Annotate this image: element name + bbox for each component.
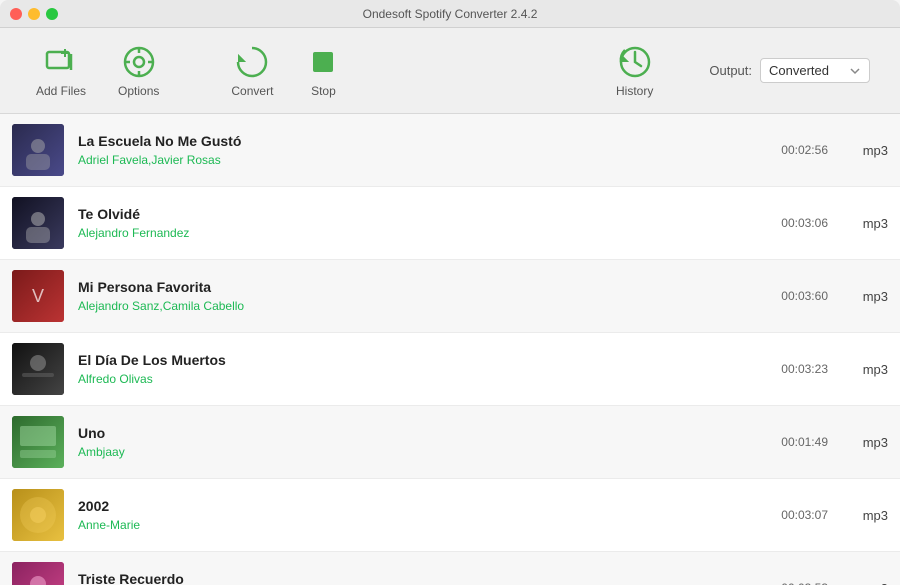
song-title: Te Olvidé	[78, 206, 765, 222]
toolbar: Add Files Options Convert	[0, 28, 900, 114]
album-art	[12, 197, 64, 249]
song-list: La Escuela No Me Gustó Adriel Favela,Jav…	[0, 114, 900, 585]
song-info: Uno Ambjaay	[78, 425, 765, 459]
close-button[interactable]	[10, 8, 22, 20]
table-row[interactable]: Uno Ambjaay 00:01:49 mp3	[0, 406, 900, 479]
song-title: La Escuela No Me Gustó	[78, 133, 765, 149]
window-title: Ondesoft Spotify Converter 2.4.2	[363, 7, 538, 21]
song-artist: Anne-Marie	[78, 518, 765, 532]
traffic-lights	[10, 8, 58, 20]
table-row[interactable]: El Día De Los Muertos Alfredo Olivas 00:…	[0, 333, 900, 406]
album-art	[12, 343, 64, 395]
table-row[interactable]: Triste Recuerdo Antonio Aguilar 00:03:53…	[0, 552, 900, 585]
song-format: mp3	[828, 508, 888, 523]
song-duration: 00:01:49	[781, 435, 828, 449]
album-art	[12, 562, 64, 585]
album-art	[12, 489, 64, 541]
song-duration: 00:03:53	[781, 581, 828, 585]
song-title: El Día De Los Muertos	[78, 352, 765, 368]
song-duration: 00:03:06	[781, 216, 828, 230]
song-format: mp3	[828, 362, 888, 377]
album-art	[12, 416, 64, 468]
song-artist: Alfredo Olivas	[78, 372, 765, 386]
options-label: Options	[118, 84, 159, 98]
song-format: mp3	[828, 143, 888, 158]
output-area: Output: Converted	[709, 58, 870, 83]
song-format: mp3	[828, 581, 888, 585]
song-info: El Día De Los Muertos Alfredo Olivas	[78, 352, 765, 386]
song-duration: 00:03:07	[781, 508, 828, 522]
table-row[interactable]: V Mi Persona Favorita Alejandro Sanz,Cam…	[0, 260, 900, 333]
add-files-button[interactable]: Add Files	[20, 36, 102, 106]
convert-button[interactable]: Convert	[215, 36, 289, 106]
song-format: mp3	[828, 289, 888, 304]
options-icon	[121, 44, 157, 80]
add-files-icon	[43, 44, 79, 80]
album-art	[12, 124, 64, 176]
song-info: Mi Persona Favorita Alejandro Sanz,Camil…	[78, 279, 765, 313]
song-duration: 00:03:60	[781, 289, 828, 303]
options-button[interactable]: Options	[102, 36, 175, 106]
output-label: Output:	[709, 63, 752, 78]
song-title: 2002	[78, 498, 765, 514]
song-artist: Adriel Favela,Javier Rosas	[78, 153, 765, 167]
history-button[interactable]: History	[600, 36, 669, 106]
stop-icon	[305, 44, 341, 80]
title-bar: Ondesoft Spotify Converter 2.4.2	[0, 0, 900, 28]
song-artist: Ambjaay	[78, 445, 765, 459]
song-duration: 00:03:23	[781, 362, 828, 376]
minimize-button[interactable]	[28, 8, 40, 20]
table-row[interactable]: Te Olvidé Alejandro Fernandez 00:03:06 m…	[0, 187, 900, 260]
history-label: History	[616, 84, 653, 98]
song-artist: Alejandro Fernandez	[78, 226, 765, 240]
table-row[interactable]: 2002 Anne-Marie 00:03:07 mp3	[0, 479, 900, 552]
maximize-button[interactable]	[46, 8, 58, 20]
convert-icon	[234, 44, 270, 80]
history-icon	[617, 44, 653, 80]
song-title: Uno	[78, 425, 765, 441]
stop-label: Stop	[311, 84, 336, 98]
song-title: Triste Recuerdo	[78, 571, 765, 585]
song-info: Triste Recuerdo Antonio Aguilar	[78, 571, 765, 585]
song-format: mp3	[828, 435, 888, 450]
output-value: Converted	[769, 63, 829, 78]
svg-text:V: V	[32, 286, 44, 306]
song-title: Mi Persona Favorita	[78, 279, 765, 295]
chevron-down-icon	[849, 65, 861, 77]
song-info: Te Olvidé Alejandro Fernandez	[78, 206, 765, 240]
output-select[interactable]: Converted	[760, 58, 870, 83]
song-artist: Alejandro Sanz,Camila Cabello	[78, 299, 765, 313]
song-info: 2002 Anne-Marie	[78, 498, 765, 532]
album-art: V	[12, 270, 64, 322]
convert-label: Convert	[231, 84, 273, 98]
song-duration: 00:02:56	[781, 143, 828, 157]
song-format: mp3	[828, 216, 888, 231]
stop-button[interactable]: Stop	[289, 36, 357, 106]
song-info: La Escuela No Me Gustó Adriel Favela,Jav…	[78, 133, 765, 167]
add-files-label: Add Files	[36, 84, 86, 98]
table-row[interactable]: La Escuela No Me Gustó Adriel Favela,Jav…	[0, 114, 900, 187]
